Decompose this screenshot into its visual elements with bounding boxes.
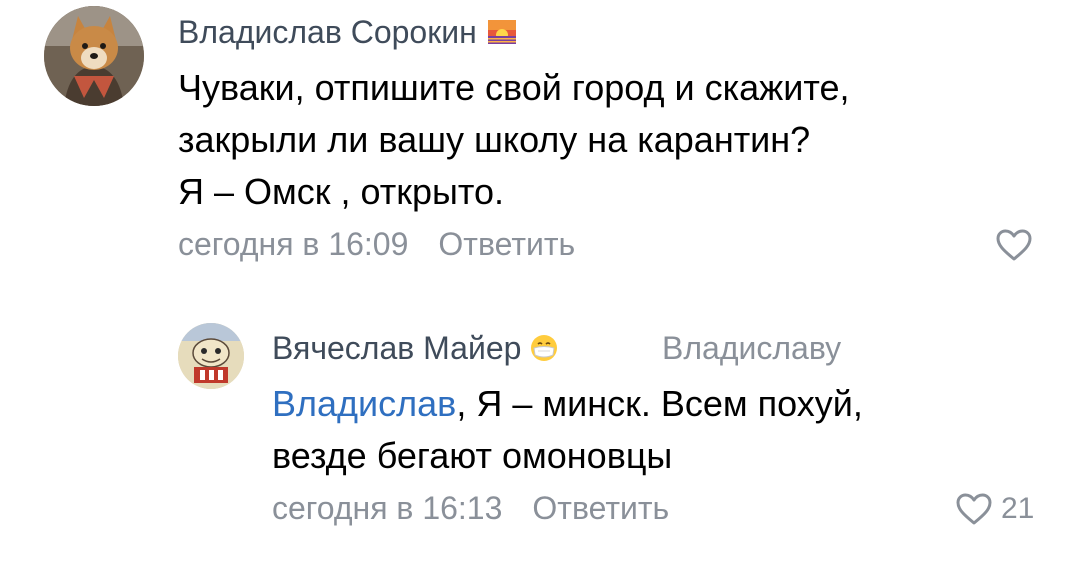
author-name-text: Вячеслав Майер: [272, 330, 522, 366]
sunset-icon: [487, 17, 517, 47]
comment-text: Владислав, Я – минск. Всем похуй, везде …: [272, 378, 1052, 482]
like-button[interactable]: 21: [955, 492, 1034, 526]
avatar[interactable]: [178, 323, 244, 389]
comment-meta: сегодня в 16:09 Ответить: [178, 226, 575, 263]
timestamp[interactable]: сегодня в 16:13: [272, 490, 502, 526]
reply-to-link[interactable]: Владиславу: [662, 330, 841, 367]
comment-text: Чуваки, отпишите свой город и скажите, з…: [178, 62, 1038, 218]
heart-icon: [956, 493, 992, 525]
comment-text-line: Я – Омск , открыто.: [178, 171, 505, 212]
comment-text-fragment: , Я – минск. Всем похуй,: [456, 383, 863, 424]
comment-text-line: везде бегают омоновцы: [272, 435, 673, 476]
like-button[interactable]: [995, 228, 1033, 262]
cartoon-avatar-icon: [178, 323, 244, 389]
face-with-medical-mask-icon: [529, 333, 559, 363]
like-count: 21: [1001, 492, 1035, 525]
comment: Владислав Сорокин Чуваки, отпишите свой …: [0, 0, 1080, 290]
author-name-text: Владислав Сорокин: [178, 14, 477, 50]
heart-icon: [996, 229, 1032, 261]
timestamp[interactable]: сегодня в 16:09: [178, 226, 408, 262]
mention-link[interactable]: Владислав: [272, 383, 456, 424]
comment-meta: сегодня в 16:13 Ответить: [272, 490, 669, 527]
comment-text-line: Владислав, Я – минск. Всем похуй,: [272, 378, 1052, 430]
author-name[interactable]: Владислав Сорокин: [178, 14, 517, 51]
comments-thread: Владислав Сорокин Чуваки, отпишите свой …: [0, 0, 1080, 566]
reply-button[interactable]: Ответить: [532, 490, 669, 526]
reply-button[interactable]: Ответить: [438, 226, 575, 262]
author-name[interactable]: Вячеслав Майер: [272, 330, 559, 367]
comment-text-line: закрыли ли вашу школу на карантин?: [178, 119, 811, 160]
avatar[interactable]: [44, 6, 144, 106]
comment-text-line: Чуваки, отпишите свой город и скажите,: [178, 67, 850, 108]
shiba-dog-avatar-icon: [44, 6, 144, 106]
